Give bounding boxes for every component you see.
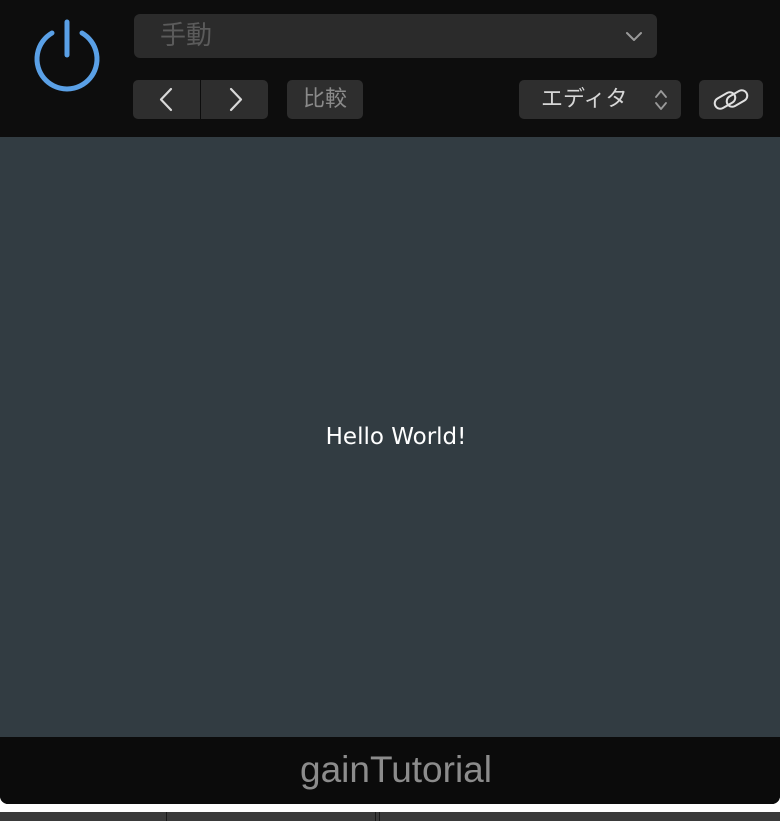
chevron-down-icon xyxy=(626,32,642,41)
hello-message: Hello World! xyxy=(325,424,467,450)
preset-dropdown[interactable]: 手動 xyxy=(134,14,657,58)
view-selector[interactable]: エディタ xyxy=(519,80,681,119)
plugin-window: 手動 比較 エディタ Hello World! gainTutorial xyxy=(0,0,780,804)
track-divider xyxy=(379,812,380,821)
view-selector-label: エディタ xyxy=(541,87,628,112)
plugin-header: 手動 比較 エディタ xyxy=(0,0,780,137)
plugin-name: gainTutorial xyxy=(300,749,492,790)
link-icon xyxy=(713,89,749,110)
plugin-editor-area: Hello World! xyxy=(0,137,780,737)
track-strip-background xyxy=(0,812,780,821)
power-button[interactable] xyxy=(30,19,104,93)
link-button[interactable] xyxy=(699,80,763,119)
chevron-left-icon xyxy=(159,87,173,112)
previous-preset-button[interactable] xyxy=(133,80,200,119)
preset-navigation xyxy=(133,80,268,119)
chevron-right-icon xyxy=(229,87,243,112)
power-icon xyxy=(34,19,100,92)
track-divider xyxy=(166,812,167,821)
preset-label: 手動 xyxy=(160,21,213,51)
plugin-footer: gainTutorial xyxy=(0,737,780,804)
track-divider xyxy=(375,812,376,821)
next-preset-button[interactable] xyxy=(201,80,268,119)
compare-button[interactable]: 比較 xyxy=(287,80,363,119)
host-track-strip xyxy=(0,804,780,821)
up-down-chevron-icon xyxy=(655,90,667,110)
